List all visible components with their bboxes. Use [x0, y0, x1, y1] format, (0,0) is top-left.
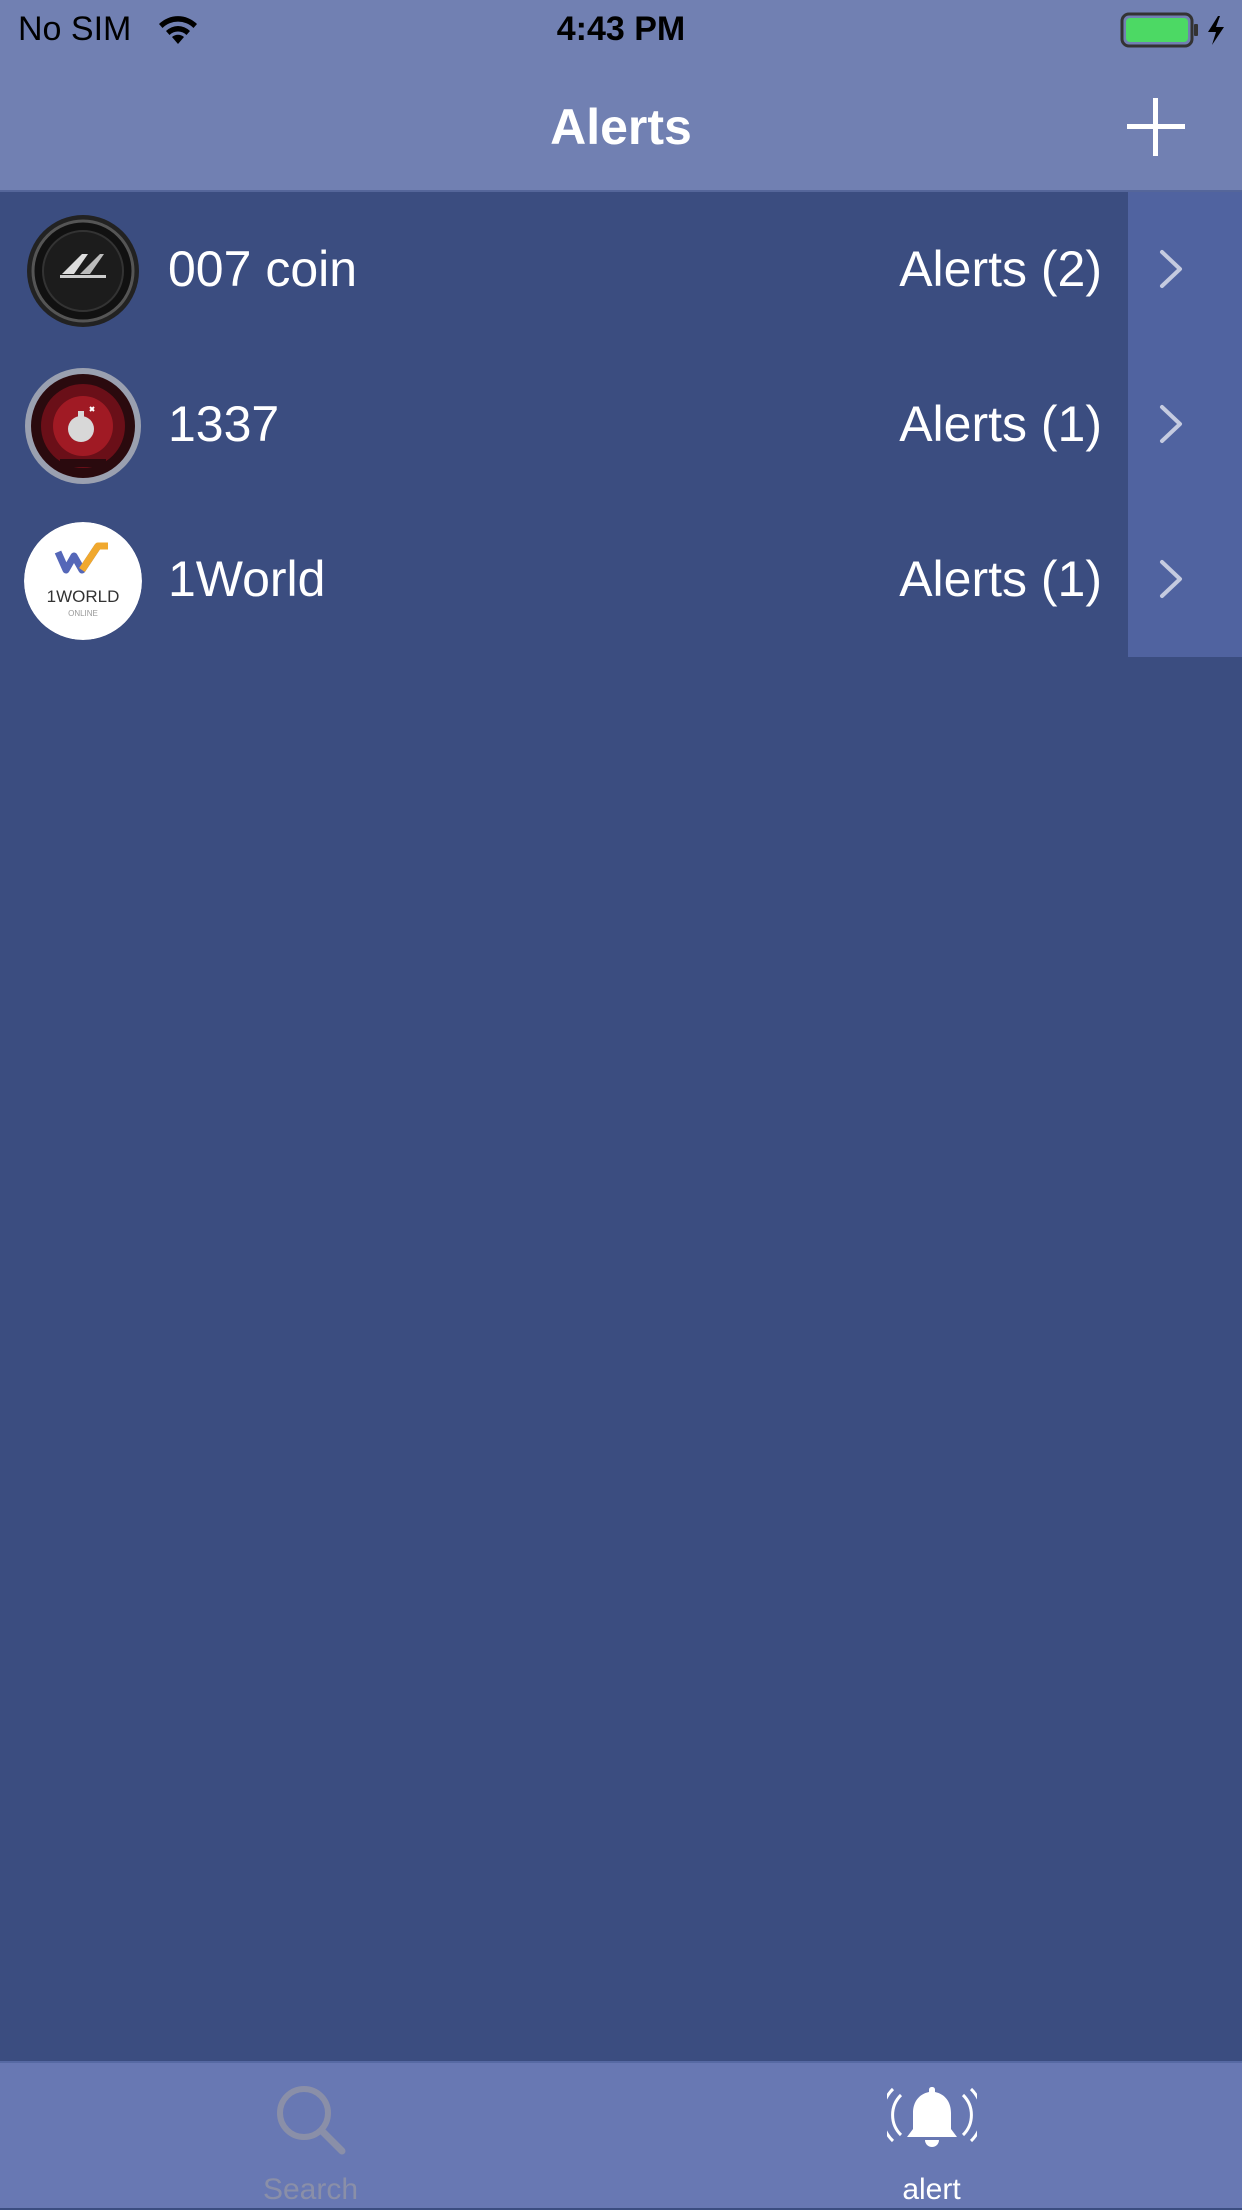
- alert-count: Alerts (2): [899, 241, 1102, 297]
- tab-search[interactable]: Search: [0, 2063, 621, 2210]
- disclosure-accessory[interactable]: [1128, 192, 1242, 347]
- disclosure-accessory[interactable]: [1128, 502, 1242, 657]
- svg-text:1WORLD: 1WORLD: [47, 587, 120, 606]
- 1world-logo: 1WORLD ONLINE: [24, 522, 142, 640]
- alerts-list: 007 coin Alerts (2) 1337 Alerts (1) 1WOR…: [0, 192, 1242, 657]
- header: No SIM 4:43 PM Alerts: [0, 0, 1242, 192]
- list-item[interactable]: 007 coin Alerts (2): [0, 192, 1242, 347]
- coin-name: 1World: [168, 551, 326, 607]
- battery-icon: [1120, 12, 1224, 48]
- 1337-logo: [24, 367, 142, 485]
- svg-text:ONLINE: ONLINE: [68, 609, 98, 618]
- list-item[interactable]: 1WORLD ONLINE 1World Alerts (1): [0, 502, 1242, 657]
- alert-count: Alerts (1): [899, 551, 1102, 607]
- tab-alert[interactable]: alert: [621, 2063, 1242, 2210]
- tab-bar: Search alert: [0, 2061, 1242, 2208]
- status-bar: No SIM 4:43 PM: [0, 0, 1242, 60]
- chevron-right-icon: [1160, 405, 1182, 443]
- disclosure-accessory[interactable]: [1128, 347, 1242, 502]
- 007-coin-logo: [24, 212, 142, 330]
- page-title: Alerts: [550, 99, 692, 155]
- coin-name: 007 coin: [168, 241, 358, 297]
- list-item[interactable]: 1337 Alerts (1): [0, 347, 1242, 502]
- bell-icon: [879, 2087, 984, 2147]
- tab-search-label: Search: [262, 2173, 359, 2206]
- clock: 4:43 PM: [556, 10, 686, 48]
- alert-count: Alerts (1): [899, 396, 1102, 452]
- search-icon: [276, 2086, 345, 2155]
- add-alert-button[interactable]: [1122, 94, 1190, 162]
- chevron-right-icon: [1160, 560, 1182, 598]
- coin-name: 1337: [168, 396, 280, 452]
- chevron-right-icon: [1160, 250, 1182, 288]
- tab-alert-label: alert: [902, 2173, 961, 2206]
